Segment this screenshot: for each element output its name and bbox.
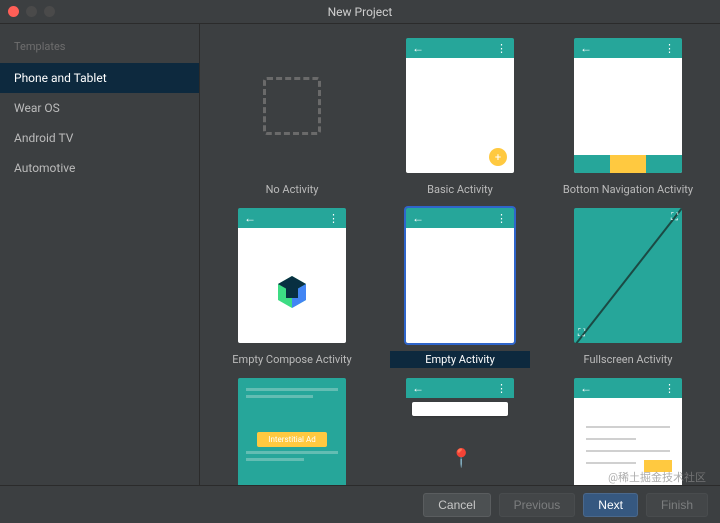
template-thumbnail: ← ⋮ 📍 bbox=[406, 378, 514, 485]
collapse-icon: ⛶ bbox=[578, 328, 585, 339]
template-thumbnail: ← ⋮ + bbox=[406, 38, 514, 173]
back-icon: ← bbox=[412, 211, 424, 225]
footer: Cancel Previous Next Finish bbox=[0, 485, 720, 523]
back-icon: ← bbox=[580, 41, 592, 55]
close-icon[interactable] bbox=[8, 6, 19, 17]
menu-icon: ⋮ bbox=[664, 42, 676, 55]
menu-icon: ⋮ bbox=[664, 382, 676, 395]
template-no-activity[interactable]: No Activity bbox=[220, 38, 364, 198]
zoom-icon[interactable] bbox=[44, 6, 55, 17]
template-label: Bottom Navigation Activity bbox=[558, 181, 698, 198]
search-bar bbox=[412, 402, 508, 416]
template-label: Basic Activity bbox=[390, 181, 530, 198]
compose-logo-icon bbox=[272, 272, 312, 312]
sidebar-item-android-tv[interactable]: Android TV bbox=[0, 123, 199, 153]
next-button[interactable]: Next bbox=[583, 493, 638, 517]
ad-banner: Interstitial Ad bbox=[257, 432, 327, 447]
template-basic-activity[interactable]: ← ⋮ + Basic Activity bbox=[388, 38, 532, 198]
back-icon: ← bbox=[580, 381, 592, 395]
template-label: Empty Activity bbox=[390, 351, 530, 368]
fab-icon: + bbox=[489, 148, 507, 166]
sidebar-item-wear-os[interactable]: Wear OS bbox=[0, 93, 199, 123]
menu-icon: ⋮ bbox=[496, 382, 508, 395]
sidebar: Templates Phone and TabletWear OSAndroid… bbox=[0, 24, 200, 485]
menu-icon: ⋮ bbox=[328, 212, 340, 225]
cancel-button[interactable]: Cancel bbox=[423, 493, 490, 517]
template-label: Fullscreen Activity bbox=[558, 351, 698, 368]
back-icon: ← bbox=[412, 41, 424, 55]
template-empty-activity[interactable]: ←⋮Empty Activity bbox=[388, 208, 532, 368]
back-icon: ← bbox=[244, 211, 256, 225]
template-map[interactable]: ← ⋮ 📍 bbox=[388, 378, 532, 485]
previous-button[interactable]: Previous bbox=[499, 493, 576, 517]
template-thumbnail: Interstitial Ad bbox=[238, 378, 346, 485]
template-label: Empty Compose Activity bbox=[222, 351, 362, 368]
template-fullscreen-activity[interactable]: ⛶⛶Fullscreen Activity bbox=[556, 208, 700, 368]
minimize-icon[interactable] bbox=[26, 6, 37, 17]
window-title: New Project bbox=[328, 5, 393, 19]
template-thumbnail: ←⋮ bbox=[406, 208, 514, 343]
template-ad[interactable]: Interstitial Ad bbox=[220, 378, 364, 485]
template-thumbnail: ←⋮ bbox=[574, 38, 682, 173]
template-thumbnail bbox=[238, 38, 346, 173]
finish-button[interactable]: Finish bbox=[646, 493, 708, 517]
sidebar-item-automotive[interactable]: Automotive bbox=[0, 153, 199, 183]
template-empty-compose-activity[interactable]: ←⋮Empty Compose Activity bbox=[220, 208, 364, 368]
menu-icon: ⋮ bbox=[496, 212, 508, 225]
expand-icon: ⛶ bbox=[671, 212, 678, 223]
window-controls bbox=[8, 6, 55, 17]
template-gallery: No Activity←⋮+Basic Activity←⋮Bottom Nav… bbox=[200, 24, 720, 485]
empty-placeholder-icon bbox=[263, 77, 321, 135]
map-pin-icon: 📍 bbox=[450, 448, 472, 469]
template-thumbnail: ←⋮ bbox=[238, 208, 346, 343]
sidebar-header: Templates bbox=[0, 34, 199, 63]
titlebar: New Project bbox=[0, 0, 720, 24]
sidebar-item-phone-and-tablet[interactable]: Phone and Tablet bbox=[0, 63, 199, 93]
template-bottom-navigation-activity[interactable]: ←⋮Bottom Navigation Activity bbox=[556, 38, 700, 198]
menu-icon: ⋮ bbox=[496, 42, 508, 55]
watermark: @稀土掘金技术社区 bbox=[608, 469, 706, 485]
back-icon: ← bbox=[412, 381, 424, 395]
template-label: No Activity bbox=[222, 181, 362, 198]
template-thumbnail: ⛶⛶ bbox=[574, 208, 682, 343]
